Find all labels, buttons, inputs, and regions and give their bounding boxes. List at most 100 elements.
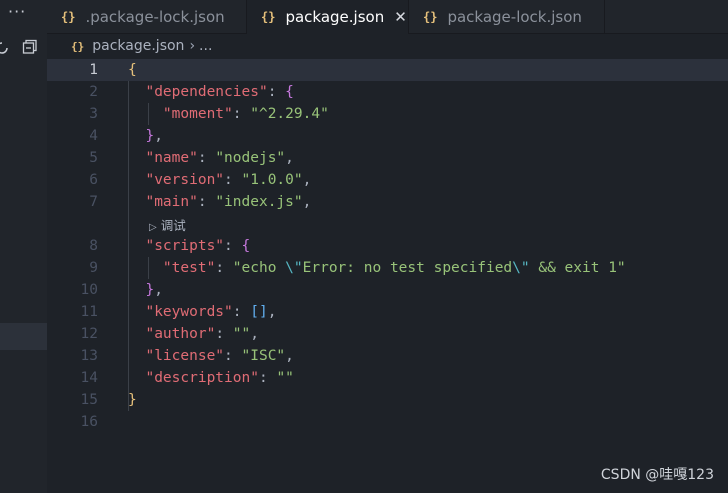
code-token: } [128, 392, 137, 408]
code-token: , [154, 128, 163, 144]
code-line: "keywords": [], [128, 301, 276, 323]
code-token: [] [250, 304, 268, 320]
code-token: "author" [145, 326, 216, 342]
code-token: : [224, 238, 242, 254]
code-token: && exit 1" [529, 260, 626, 276]
code-token: : [232, 304, 251, 320]
code-token: "name" [145, 150, 198, 166]
code-line: } [128, 389, 137, 411]
code-token: "keywords" [145, 304, 233, 320]
code-token: "index.js" [215, 194, 303, 210]
code-token: , [302, 172, 312, 188]
json-file-icon: {} [71, 39, 85, 53]
code-token: , [285, 150, 294, 166]
code-line: "dependencies": { [128, 81, 294, 103]
code-token: : [197, 194, 216, 210]
code-token: "version" [145, 172, 225, 188]
watermark: CSDN @哇嘎123 [600, 467, 714, 483]
code-token: : [215, 260, 233, 276]
code-line: "name": "nodejs", [128, 147, 294, 169]
code-line: }, [128, 279, 163, 301]
code-line: "test": "echo \"Error: no test specified… [128, 257, 626, 279]
tab-package-lock[interactable]: {} package-lock.json [409, 0, 605, 33]
tab-package-json[interactable]: {} package.json ✕ [247, 0, 409, 34]
code-token: \" [285, 260, 303, 276]
code-token: : [224, 172, 242, 188]
code-token: } [145, 282, 155, 298]
line-number: 4 [89, 128, 98, 144]
line-number: 14 [80, 370, 98, 386]
code-line: "version": "1.0.0", [128, 169, 311, 191]
code-token: , [267, 304, 277, 320]
code-line: }, [128, 125, 163, 147]
line-number: 9 [89, 260, 98, 276]
code-token: "scripts" [145, 238, 225, 254]
code-token: "main" [145, 194, 198, 210]
breadcrumb: {} package.json › ... [47, 34, 728, 58]
code-token: "^2.29.4" [250, 106, 329, 122]
debug-codelens[interactable]: ▷ 调试 [149, 218, 186, 236]
breadcrumb-file[interactable]: package.json [92, 38, 184, 54]
code-editor[interactable]: 1{2 "dependencies": {3 "moment": "^2.29.… [47, 59, 728, 493]
code-line: "moment": "^2.29.4" [128, 103, 329, 125]
code-token: , [250, 326, 259, 342]
code-token: , [285, 348, 294, 364]
code-token: "" [232, 326, 251, 342]
code-token: { [285, 84, 294, 100]
selected-tree-item[interactable] [0, 323, 47, 350]
code-token: "dependencies" [145, 84, 268, 100]
code-token: , [154, 282, 163, 298]
close-icon[interactable]: ✕ [394, 8, 407, 26]
code-line: "description": "" [128, 367, 294, 389]
current-line-highlight [47, 59, 728, 81]
code-token: : [215, 326, 233, 342]
code-line: { [128, 59, 137, 81]
line-number: 3 [89, 106, 98, 122]
more-actions-icon[interactable]: ··· [8, 2, 26, 21]
code-token: "description" [145, 370, 259, 386]
line-number: 11 [80, 304, 98, 320]
code-token: "ISC" [241, 348, 286, 364]
tab-label: package-lock.json [447, 7, 582, 26]
refresh-icon[interactable] [0, 40, 10, 56]
code-token: "1.0.0" [241, 172, 303, 188]
code-token: } [145, 128, 155, 144]
tab-bar: {} .package-lock.json {} package.json ✕ … [47, 0, 728, 34]
code-token: "" [276, 370, 294, 386]
code-line: "author": "", [128, 323, 259, 345]
collapse-all-icon[interactable] [22, 39, 38, 55]
json-file-icon: {} [61, 9, 76, 24]
code-token: : [197, 150, 216, 166]
code-line: "scripts": { [128, 235, 250, 257]
code-token: { [128, 62, 137, 78]
breadcrumb-more[interactable]: ... [199, 38, 212, 54]
chevron-right-icon: › [189, 38, 196, 54]
json-file-icon: {} [261, 10, 276, 24]
line-number: 5 [89, 150, 98, 166]
line-number: 15 [80, 392, 98, 408]
line-number: 6 [89, 172, 98, 188]
line-number: 1 [89, 62, 98, 78]
code-token: : [267, 84, 286, 100]
line-number: 2 [89, 84, 98, 100]
code-token: : [232, 106, 251, 122]
tab-dot-package-lock[interactable]: {} .package-lock.json [47, 0, 247, 33]
line-number: 8 [89, 238, 98, 254]
run-triangle-icon: ▷ [149, 222, 157, 233]
code-token: : [258, 370, 277, 386]
code-token: "test" [162, 260, 216, 276]
code-token: "license" [145, 348, 225, 364]
tab-label: package.json [285, 8, 385, 26]
